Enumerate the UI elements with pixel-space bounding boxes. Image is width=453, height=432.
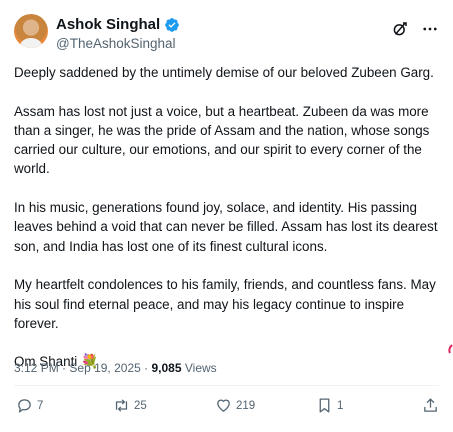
heart-icon xyxy=(217,399,230,412)
post-header: Ashok Singhal @TheAshokSinghal xyxy=(14,14,439,54)
post-meta: 3:12 PM · Sep 19, 2025 · 9,085 Views xyxy=(14,361,217,375)
reply-icon xyxy=(18,399,31,413)
views-label: Views xyxy=(184,361,217,375)
author-handle[interactable]: @TheAshokSinghal xyxy=(56,35,180,53)
post-time[interactable]: 3:12 PM xyxy=(14,361,59,375)
meta-separator: · xyxy=(144,361,149,375)
bookmark-button[interactable]: 1 xyxy=(316,397,343,414)
reply-button[interactable]: 7 xyxy=(16,397,43,414)
author-block: Ashok Singhal @TheAshokSinghal xyxy=(56,16,180,53)
like-button[interactable]: 219 xyxy=(215,397,255,414)
repost-icon xyxy=(115,399,128,412)
share-button[interactable] xyxy=(422,397,439,414)
author-display-name[interactable]: Ashok Singhal xyxy=(56,16,160,34)
meta-separator: · xyxy=(62,361,67,375)
share-icon xyxy=(424,398,437,412)
name-row: Ashok Singhal xyxy=(56,16,180,34)
post-text: Deeply saddened by the untimely demise o… xyxy=(14,63,442,372)
avatar[interactable] xyxy=(14,14,48,48)
post-paragraph: My heartfelt condolences to his family, … xyxy=(14,277,436,331)
red-mark-decoration xyxy=(448,344,453,354)
verified-badge-icon xyxy=(165,18,180,32)
grok-icon[interactable] xyxy=(391,20,409,38)
post-paragraph: In his music, generations found joy, sol… xyxy=(14,200,438,254)
post-paragraph: Deeply saddened by the untimely demise o… xyxy=(14,65,434,80)
post-paragraph: Assam has lost not just a voice, but a h… xyxy=(14,103,430,177)
views-count: 9,085 xyxy=(151,361,182,375)
repost-button[interactable]: 25 xyxy=(113,397,147,414)
bookmark-icon xyxy=(319,398,330,413)
repost-count: 25 xyxy=(134,399,147,412)
like-count: 219 xyxy=(236,399,256,412)
reply-count: 7 xyxy=(37,399,44,412)
more-icon[interactable] xyxy=(421,20,439,38)
post-date[interactable]: Sep 19, 2025 xyxy=(69,361,140,375)
bookmark-count: 1 xyxy=(337,399,344,412)
action-bar: 7 25 219 1 xyxy=(14,397,439,417)
divider xyxy=(14,385,439,386)
